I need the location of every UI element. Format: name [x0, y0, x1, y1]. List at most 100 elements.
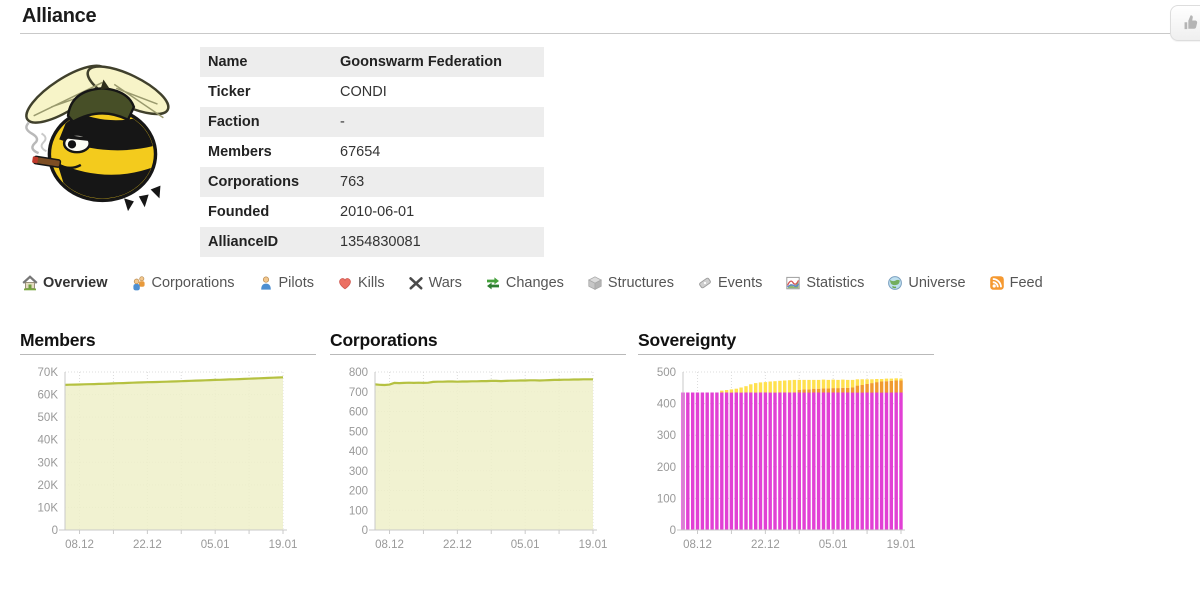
- nav-item-wars[interactable]: Wars: [408, 275, 462, 291]
- crossed-swords-icon: [408, 275, 424, 291]
- info-value: CONDI: [334, 77, 544, 107]
- svg-text:05.01: 05.01: [819, 539, 848, 551]
- nav-item-label: Kills: [358, 275, 385, 291]
- svg-text:22.12: 22.12: [133, 539, 162, 551]
- svg-text:0: 0: [670, 525, 676, 537]
- corporations-chart-plot: 010020030040050060070080008.1222.1205.01…: [330, 357, 630, 553]
- svg-text:700: 700: [349, 387, 368, 399]
- table-row: Founded 2010-06-01: [200, 197, 544, 227]
- svg-text:20K: 20K: [38, 480, 59, 492]
- nav-item-label: Events: [718, 275, 762, 291]
- sovereignty-chart: Sovereignty 0 100 200 300 400 500 08.12 22.12 05…: [638, 330, 934, 553]
- info-label: Faction: [200, 107, 334, 137]
- chart-title: Members: [20, 330, 316, 355]
- info-value: 1354830081: [334, 227, 544, 257]
- svg-text:300: 300: [349, 466, 368, 478]
- svg-text:100: 100: [657, 493, 676, 505]
- svg-text:10K: 10K: [38, 502, 59, 514]
- nav-item-label: Pilots: [279, 275, 314, 291]
- svg-text:08.12: 08.12: [683, 539, 712, 551]
- table-row: Members 67654: [200, 137, 544, 167]
- table-row: Faction -: [200, 107, 544, 137]
- chart-title: Corporations: [330, 330, 626, 355]
- svg-text:300: 300: [657, 430, 676, 442]
- svg-text:08.12: 08.12: [65, 539, 94, 551]
- info-label: Ticker: [200, 77, 334, 107]
- nav-item-label: Wars: [429, 275, 462, 291]
- svg-text:22.12: 22.12: [443, 539, 472, 551]
- svg-text:800: 800: [349, 367, 368, 379]
- alliance-info-table: Name Goonswarm Federation Ticker CONDI F…: [200, 47, 544, 257]
- nav-item-label: Structures: [608, 275, 674, 291]
- share-button[interactable]: [1170, 5, 1200, 41]
- info-value: -: [334, 107, 544, 137]
- corporations-icon: [131, 275, 147, 291]
- nav-item-events[interactable]: Events: [697, 275, 762, 291]
- info-label: Founded: [200, 197, 334, 227]
- info-value: 67654: [334, 137, 544, 167]
- bee-smoke: [26, 123, 46, 153]
- nav-item-label: Corporations: [152, 275, 235, 291]
- svg-text:0: 0: [52, 525, 58, 537]
- nav-item-kills[interactable]: Kills: [337, 275, 385, 291]
- svg-text:22.12: 22.12: [751, 539, 780, 551]
- alliance-logo: [14, 50, 186, 218]
- svg-text:70K: 70K: [38, 367, 59, 379]
- home-icon: [22, 275, 38, 291]
- nav-item-feed[interactable]: Feed: [989, 275, 1043, 291]
- nav-item-statistics[interactable]: Statistics: [785, 275, 864, 291]
- info-label: Corporations: [200, 167, 334, 197]
- thumb-up-icon: [1181, 13, 1200, 33]
- svg-text:500: 500: [349, 426, 368, 438]
- nav-item-label: Feed: [1010, 275, 1043, 291]
- chart-title: Sovereignty: [638, 330, 934, 355]
- nav-item-structures[interactable]: Structures: [587, 275, 674, 291]
- svg-text:400: 400: [349, 446, 368, 458]
- svg-text:100: 100: [349, 505, 368, 517]
- info-label: AllianceID: [200, 227, 334, 257]
- svg-text:19.01: 19.01: [887, 539, 916, 551]
- heart-icon: [337, 275, 353, 291]
- globe-icon: [887, 275, 903, 291]
- header-divider: [20, 33, 1200, 34]
- svg-text:19.01: 19.01: [579, 539, 608, 551]
- page-title: Alliance: [22, 5, 96, 28]
- nav-item-overview[interactable]: Overview: [22, 275, 108, 291]
- svg-text:200: 200: [657, 462, 676, 474]
- svg-text:05.01: 05.01: [511, 539, 540, 551]
- table-row: Name Goonswarm Federation: [200, 47, 544, 77]
- svg-text:400: 400: [657, 399, 676, 411]
- members-chart: Members 0 10K 20K 30K 40K 50K 60K 70K 08.12 22.12…: [20, 330, 316, 553]
- svg-text:0: 0: [362, 525, 368, 537]
- members-chart-plot: 010K20K30K40K50K60K70K08.1222.1205.0119.…: [20, 357, 320, 553]
- nav-item-corporations[interactable]: Corporations: [131, 275, 235, 291]
- svg-text:30K: 30K: [38, 457, 59, 469]
- nav-item-universe[interactable]: Universe: [887, 275, 965, 291]
- info-label: Members: [200, 137, 334, 167]
- svg-text:19.01: 19.01: [269, 539, 298, 551]
- nav-item-pilots[interactable]: Pilots: [258, 275, 314, 291]
- svg-text:40K: 40K: [38, 435, 59, 447]
- chart-icon: [785, 275, 801, 291]
- info-label: Name: [200, 47, 334, 77]
- info-value: 763: [334, 167, 544, 197]
- nav-item-label: Universe: [908, 275, 965, 291]
- svg-text:500: 500: [657, 367, 676, 379]
- table-row: Ticker CONDI: [200, 77, 544, 107]
- svg-text:60K: 60K: [38, 390, 59, 402]
- info-value: 2010-06-01: [334, 197, 544, 227]
- table-row: Corporations 763: [200, 167, 544, 197]
- pilot-icon: [258, 275, 274, 291]
- nav-item-label: Overview: [43, 275, 108, 291]
- nav-item-changes[interactable]: Changes: [485, 275, 564, 291]
- corporations-chart: Corporations 010020030040050060070080008…: [330, 330, 626, 553]
- cube-icon: [587, 275, 603, 291]
- alliance-nav: Overview Corporations Pilots Kills Wars: [22, 275, 1066, 291]
- svg-text:200: 200: [349, 486, 368, 498]
- info-value: Goonswarm Federation: [334, 47, 544, 77]
- sovereignty-chart-plot: 0 100 200 300 400 500 08.12 22.12 05.01 19.01: [638, 357, 938, 553]
- rss-icon: [989, 275, 1005, 291]
- svg-text:600: 600: [349, 407, 368, 419]
- swap-arrows-icon: [485, 275, 501, 291]
- svg-text:50K: 50K: [38, 412, 59, 424]
